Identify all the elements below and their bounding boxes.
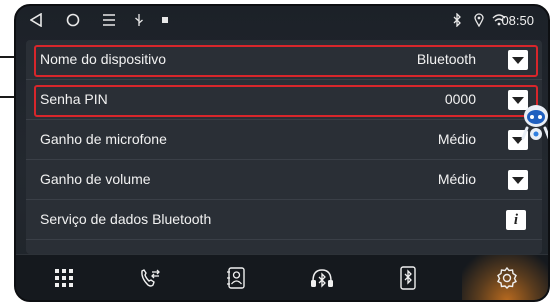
app-grid-icon [55, 269, 73, 287]
contacts-icon [227, 267, 245, 289]
setting-label: Senha PIN [40, 91, 108, 107]
status-bar: 08:50 [16, 6, 548, 34]
setting-row-mic-gain[interactable]: Ganho de microfone Médio [26, 120, 542, 160]
setting-value: Médio [437, 171, 476, 187]
back-triangle-icon[interactable] [30, 13, 42, 27]
bluetooth-icon [452, 13, 462, 27]
setting-label: Ganho de microfone [40, 131, 167, 147]
menu-lines-icon[interactable] [102, 13, 116, 27]
settings-gear-icon [497, 266, 517, 289]
dropdown-arrow-icon[interactable] [508, 170, 528, 190]
home-circle-icon[interactable] [66, 13, 80, 27]
setting-value: Médio [437, 131, 476, 147]
setting-row-volume-gain[interactable]: Ganho de volume Médio [26, 160, 542, 200]
setting-label: Nome do dispositivo [40, 51, 167, 67]
nav-contacts[interactable] [198, 255, 274, 300]
bottom-nav-bar [16, 254, 548, 300]
nav-calls[interactable] [112, 255, 188, 300]
setting-value: 0000 [444, 91, 476, 107]
dropdown-arrow-icon[interactable] [508, 50, 528, 70]
setting-label: Serviço de dados Bluetooth [40, 211, 212, 227]
setting-row-pin[interactable]: Senha PIN 0000 [26, 80, 542, 120]
bluetooth-phone-icon [400, 266, 416, 290]
bluetooth-audio-icon [311, 269, 333, 288]
head-unit-screen: 08:50 Nome do dispositivo Bluetooth Senh… [14, 4, 550, 302]
info-icon[interactable]: i [506, 210, 526, 230]
setting-row-bt-data-service[interactable]: Serviço de dados Bluetooth i [26, 200, 542, 240]
phone-calls-icon [141, 269, 160, 287]
nav-bt-phone[interactable] [370, 255, 446, 300]
notification-dot-icon [161, 13, 169, 27]
status-time: 08:50 [501, 13, 534, 28]
usb-icon [134, 13, 144, 27]
robot-mascot-icon [521, 105, 548, 140]
bluetooth-settings-panel: Nome do dispositivo Bluetooth Senha PIN … [26, 40, 542, 254]
nav-settings[interactable] [462, 255, 548, 300]
location-icon [474, 13, 484, 27]
setting-label: Ganho de volume [40, 171, 151, 187]
setting-value: Bluetooth [416, 51, 476, 67]
setting-row-device-name[interactable]: Nome do dispositivo Bluetooth [26, 40, 542, 80]
nav-bt-audio[interactable] [284, 255, 360, 300]
nav-apps[interactable] [26, 255, 102, 300]
